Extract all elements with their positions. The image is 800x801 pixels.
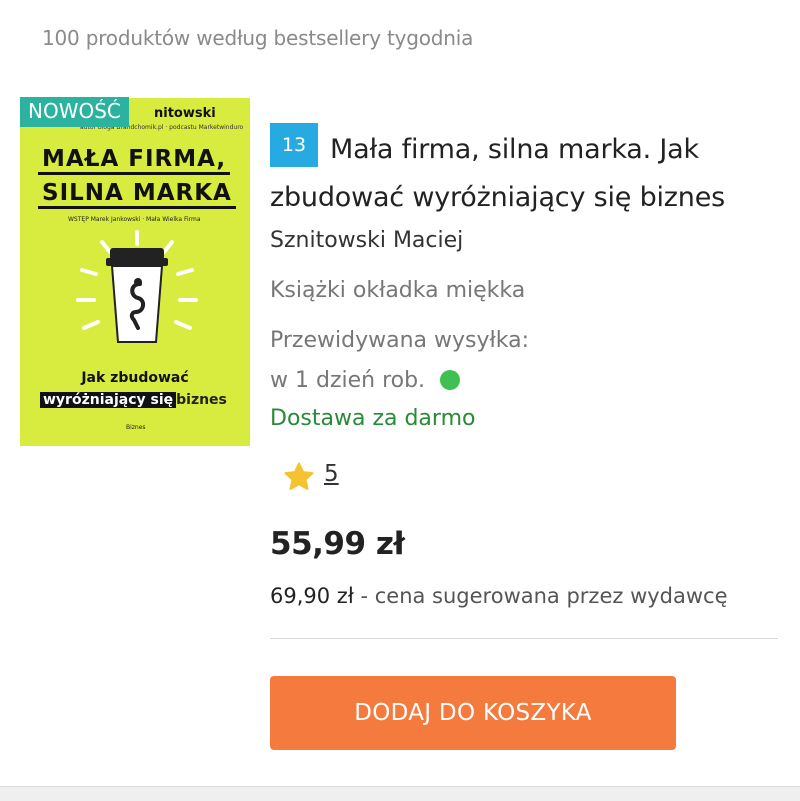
product-author[interactable]: Sznitowski Maciej bbox=[270, 228, 463, 253]
star-icon bbox=[282, 460, 316, 494]
product-title[interactable]: Mała firma, silna marka. Jak zbudować wy… bbox=[270, 126, 780, 222]
bottom-bar bbox=[0, 786, 800, 801]
suggested-price-line: 69,90 zł - cena sugerowana przez wydawcę bbox=[270, 584, 728, 608]
cover-title-line2: SILNA MARKA bbox=[38, 180, 236, 209]
add-to-cart-button[interactable]: DODAJ DO KOSZYKA bbox=[270, 676, 676, 750]
rank-badge: 13 bbox=[270, 123, 318, 167]
list-subtitle: 100 produktów według bestsellery tygodni… bbox=[42, 26, 474, 50]
product-title-line1[interactable]: Mała firma, silna marka. Jak bbox=[330, 134, 699, 165]
cover-title-line1: MAŁA FIRMA, bbox=[38, 146, 231, 175]
shipping-label: Przewidywana wysyłka: bbox=[270, 328, 529, 353]
coffee-cup-illustration bbox=[72, 230, 202, 350]
rating-link[interactable]: 5 bbox=[324, 461, 339, 487]
new-badge: NOWOŚĆ bbox=[20, 97, 129, 127]
product-price: 55,99 zł bbox=[270, 526, 405, 562]
product-format: Książki okładka miękka bbox=[270, 278, 526, 303]
cover-tagline-highlight: wyróżniający się bbox=[40, 392, 177, 408]
shipping-time: w 1 dzień rob. bbox=[270, 368, 426, 393]
divider bbox=[270, 638, 778, 639]
suggested-price-text: - cena sugerowana przez wydawcę bbox=[353, 584, 728, 608]
product-title-line2[interactable]: zbudować wyróżniający się biznes bbox=[270, 174, 780, 222]
cover-author: nitowski bbox=[154, 106, 216, 121]
cover-preface: WSTĘP Marek Jankowski · Mała Wielka Firm… bbox=[68, 216, 201, 223]
cover-publisher: Biznes bbox=[126, 424, 146, 431]
free-delivery-label: Dostawa za darmo bbox=[270, 406, 476, 431]
cover-tagline-2: wyróżniający się biznes bbox=[40, 392, 227, 408]
book-cover-image[interactable]: nitowski autor bloga Brandchomik.pl · po… bbox=[20, 98, 250, 446]
suggested-price: 69,90 zł bbox=[270, 584, 354, 608]
cover-tagline: Jak zbudować bbox=[81, 370, 189, 386]
cover-tagline-rest: biznes bbox=[176, 392, 227, 408]
availability-dot-icon bbox=[440, 370, 460, 390]
